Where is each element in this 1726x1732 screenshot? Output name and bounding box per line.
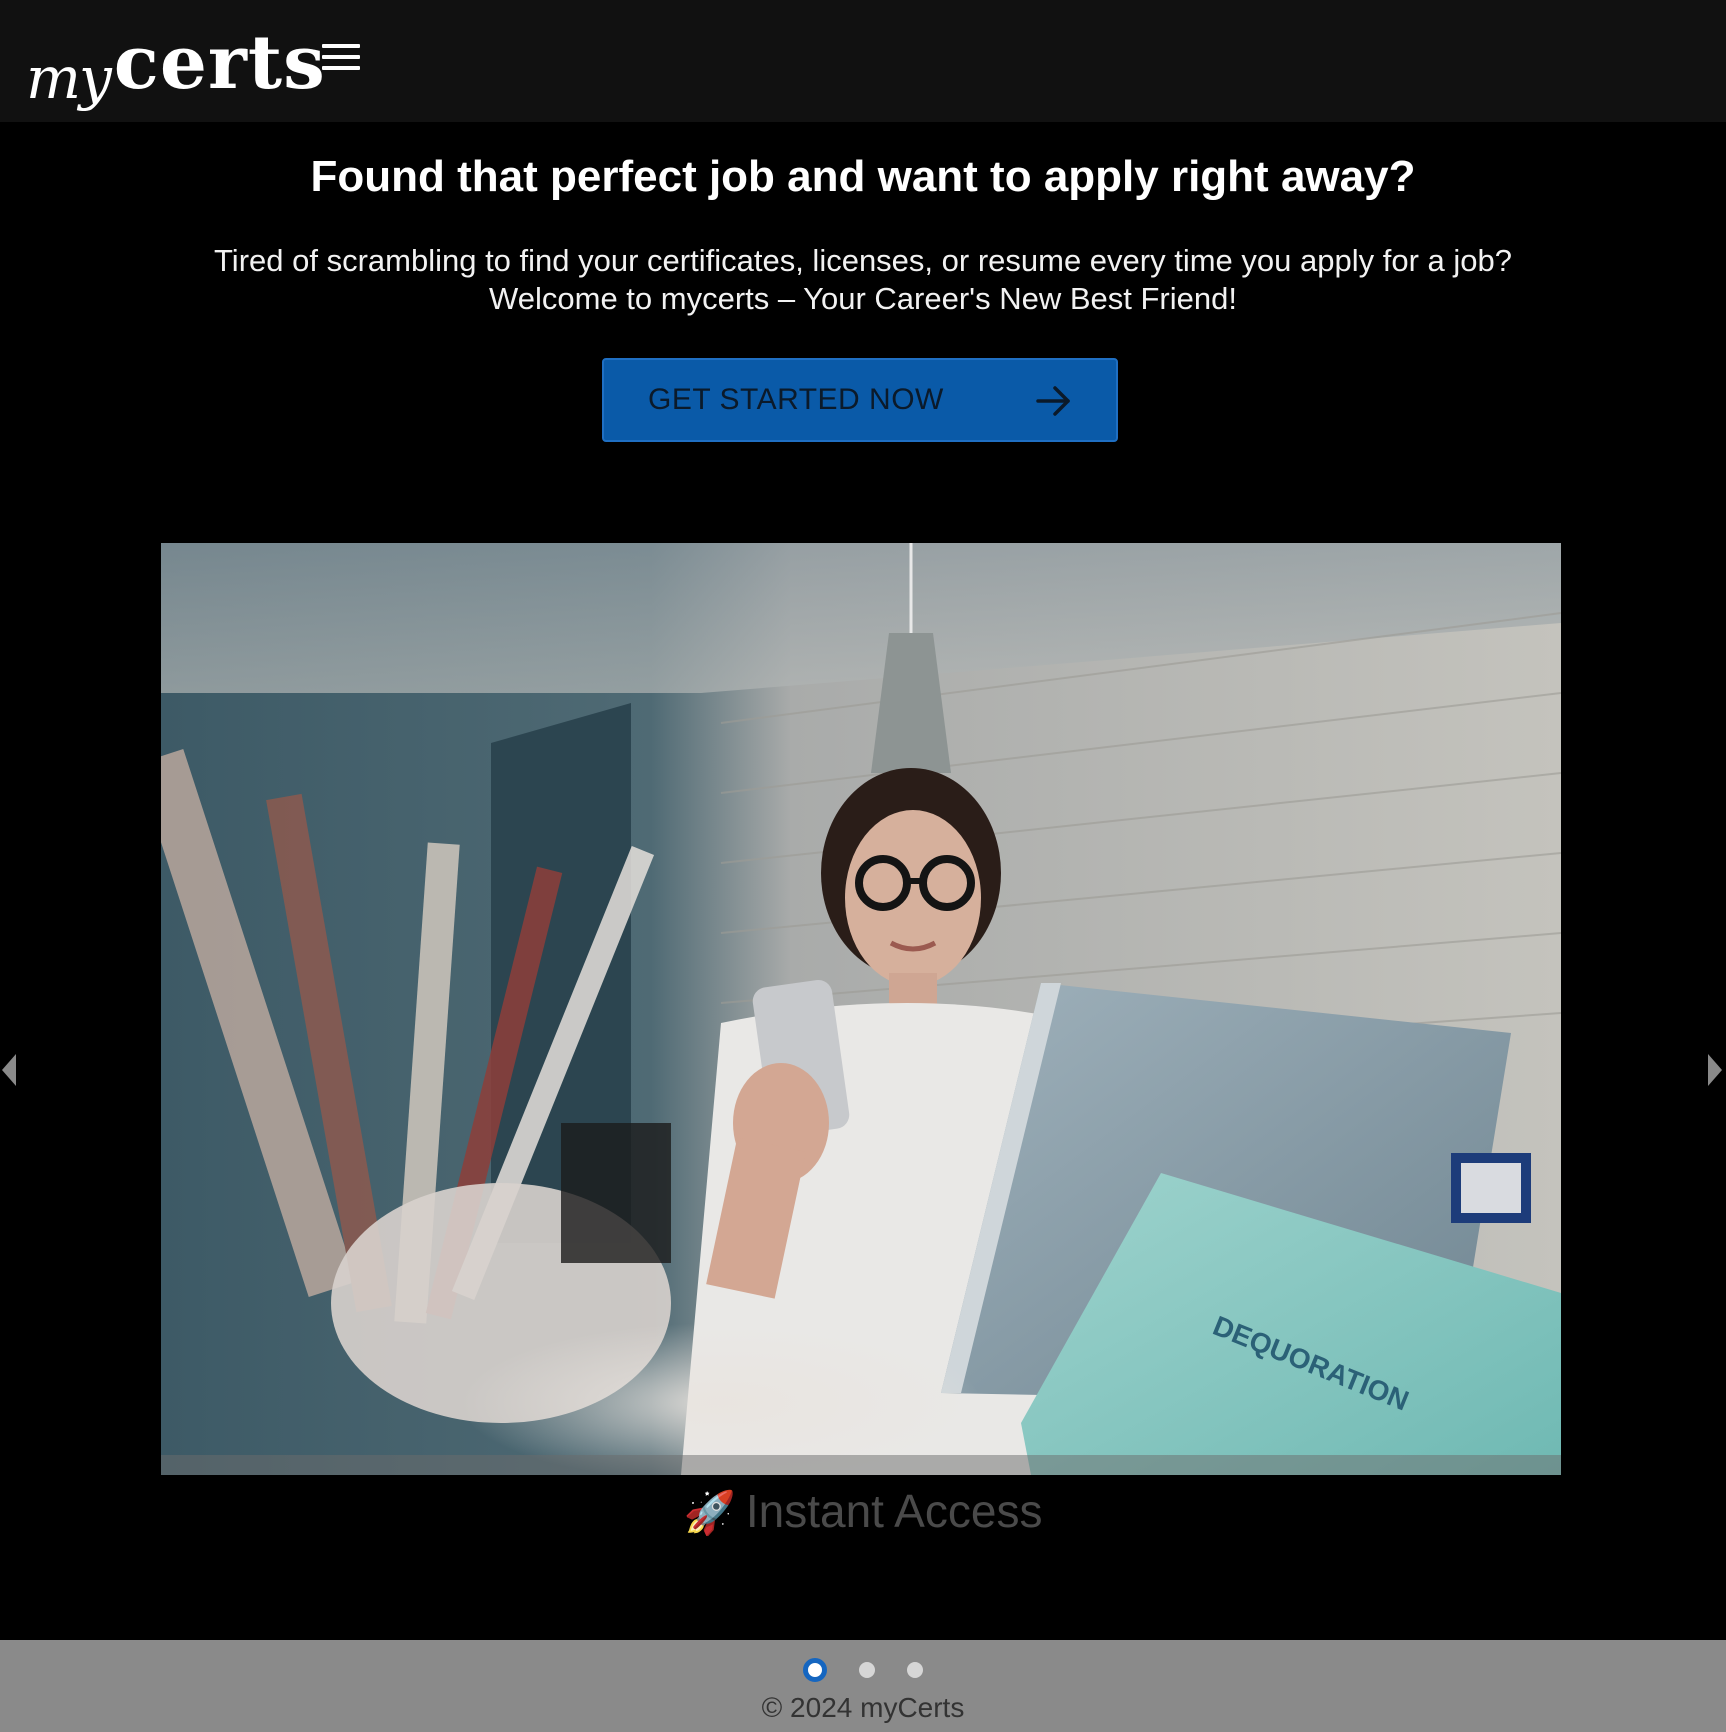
rocket-icon: 🚀	[683, 1489, 736, 1536]
copyright-text: © 2024 myCerts	[761, 1692, 965, 1723]
hamburger-menu-icon[interactable]	[322, 44, 360, 72]
mycerts-logo[interactable]: my certs	[26, 10, 326, 120]
top-navbar: my certs	[0, 0, 1726, 122]
carousel-dot-3[interactable]	[907, 1662, 923, 1678]
get-started-button[interactable]: GET STARTED NOW	[602, 358, 1118, 442]
carousel-dot-2[interactable]	[859, 1662, 875, 1678]
carousel-slide-image: DEQUORATION	[161, 543, 1561, 1475]
caret-left-icon[interactable]	[0, 1050, 20, 1090]
hero-subtitle-line-1: Tired of scrambling to find your certifi…	[214, 243, 1512, 278]
page: my certs Found that perfect job and want…	[0, 0, 1726, 1732]
hero-subtitle: Tired of scrambling to find your certifi…	[0, 242, 1726, 318]
footer: © 2024 myCerts	[0, 1640, 1726, 1732]
logo-bold-text: certs	[113, 20, 326, 106]
hero-subtitle-line-2: Welcome to mycerts – Your Career's New B…	[489, 281, 1237, 316]
carousel-dots	[0, 1658, 1726, 1682]
logo-script-text: my	[26, 44, 112, 112]
get-started-label: GET STARTED NOW	[648, 383, 944, 416]
carousel-slide-caption: 🚀 Instant Access	[0, 1484, 1726, 1538]
arrow-right-icon	[1036, 386, 1070, 416]
slide-caption-text: Instant Access	[745, 1485, 1043, 1537]
carousel-dot-1[interactable]	[803, 1658, 827, 1682]
caret-right-icon[interactable]	[1704, 1050, 1724, 1090]
hero-title: Found that perfect job and want to apply…	[310, 152, 1416, 201]
